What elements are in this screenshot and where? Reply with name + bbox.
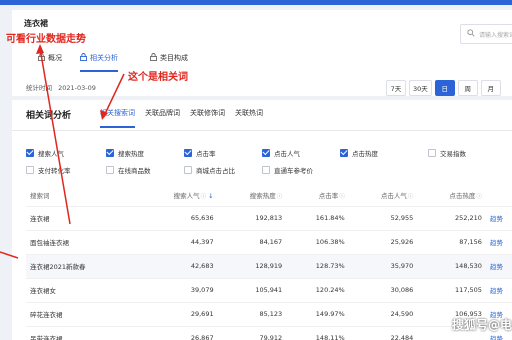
arrowhead-icon — [36, 44, 44, 54]
annotation-arrow — [0, 251, 19, 259]
annotation-arrow — [103, 73, 125, 117]
annotation-industry-trend: 可看行业数据走势 — [6, 34, 86, 45]
annotation-related-words: 这个是相关词 — [128, 72, 188, 83]
annotation-arrow — [39, 47, 71, 225]
watermark: 搜狐号@电 — [452, 318, 512, 332]
annotation-arrows — [0, 44, 125, 259]
